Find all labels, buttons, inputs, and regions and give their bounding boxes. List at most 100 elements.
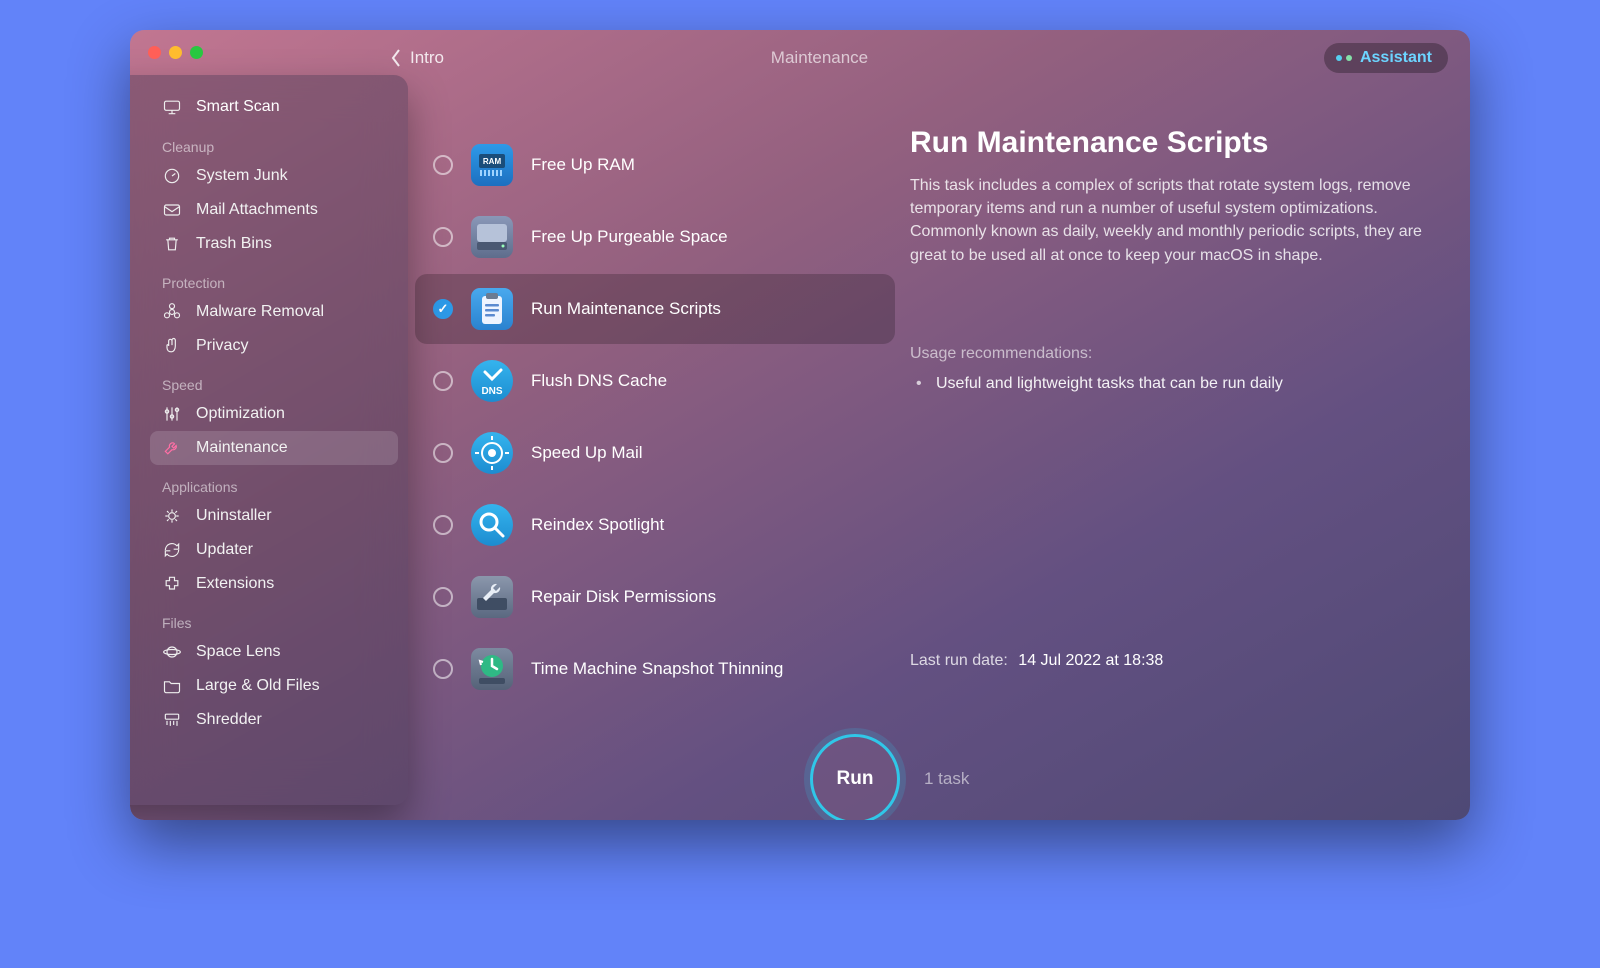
task-time-machine-thinning[interactable]: Time Machine Snapshot Thinning	[415, 634, 895, 704]
sidebar-item-label: Space Lens	[196, 643, 281, 661]
task-label: Reindex Spotlight	[531, 515, 664, 535]
ram-icon: RAM	[471, 144, 513, 186]
sidebar-section-cleanup: Cleanup	[150, 125, 398, 159]
breadcrumb: Maintenance	[771, 48, 868, 68]
task-checkbox[interactable]	[433, 299, 453, 319]
task-run-maintenance-scripts[interactable]: Run Maintenance Scripts	[415, 274, 895, 344]
trash-icon	[162, 234, 182, 254]
task-checkbox[interactable]	[433, 587, 453, 607]
task-checkbox[interactable]	[433, 659, 453, 679]
detail-title: Run Maintenance Scripts	[910, 126, 1432, 160]
svg-text:DNS: DNS	[481, 386, 502, 397]
task-checkbox[interactable]	[433, 227, 453, 247]
sidebar-item-maintenance[interactable]: Maintenance	[150, 431, 398, 465]
task-label: Time Machine Snapshot Thinning	[531, 659, 783, 679]
last-run-value: 14 Jul 2022 at 18:38	[1018, 652, 1163, 669]
task-checkbox[interactable]	[433, 443, 453, 463]
close-window-button[interactable]	[148, 46, 161, 59]
sidebar-item-label: Uninstaller	[196, 507, 272, 525]
run-button[interactable]: Run	[810, 734, 900, 820]
sidebar-item-privacy[interactable]: Privacy	[150, 329, 398, 363]
usage-list: Useful and lightweight tasks that can be…	[910, 375, 1432, 393]
sidebar-item-trash-bins[interactable]: Trash Bins	[150, 227, 398, 261]
sidebar-item-label: Trash Bins	[196, 235, 272, 253]
sidebar-section-speed: Speed	[150, 363, 398, 397]
task-label: Repair Disk Permissions	[531, 587, 716, 607]
sidebar-item-label: Mail Attachments	[196, 201, 318, 219]
chevron-left-icon	[390, 48, 402, 68]
puzzle-icon	[162, 574, 182, 594]
sidebar: Smart Scan Cleanup System Junk Mail Atta…	[130, 75, 408, 805]
sidebar-item-optimization[interactable]: Optimization	[150, 397, 398, 431]
refresh-icon	[162, 540, 182, 560]
folder-icon	[162, 676, 182, 696]
task-label: Speed Up Mail	[531, 443, 643, 463]
sidebar-item-large-old-files[interactable]: Large & Old Files	[150, 669, 398, 703]
last-run-label: Last run date:	[910, 652, 1008, 669]
last-run: Last run date: 14 Jul 2022 at 18:38	[910, 652, 1163, 670]
time-machine-icon	[471, 648, 513, 690]
assistant-dots-icon	[1336, 55, 1352, 61]
maximize-window-button[interactable]	[190, 46, 203, 59]
detail-panel: Run Maintenance Scripts This task includ…	[910, 126, 1432, 393]
task-list: RAM Free Up RAM Free Up Purgeable Space …	[415, 130, 895, 704]
back-button[interactable]: Intro	[390, 48, 444, 68]
sidebar-item-smart-scan[interactable]: Smart Scan	[150, 89, 398, 125]
task-label: Free Up RAM	[531, 155, 635, 175]
sidebar-item-label: Shredder	[196, 711, 262, 729]
sidebar-item-label: Privacy	[196, 337, 248, 355]
task-checkbox[interactable]	[433, 371, 453, 391]
sliders-icon	[162, 404, 182, 424]
svg-text:RAM: RAM	[483, 157, 502, 166]
task-label: Run Maintenance Scripts	[531, 299, 721, 319]
sidebar-section-protection: Protection	[150, 261, 398, 295]
task-checkbox[interactable]	[433, 155, 453, 175]
sidebar-item-mail-attachments[interactable]: Mail Attachments	[150, 193, 398, 227]
task-flush-dns[interactable]: DNS Flush DNS Cache	[415, 346, 895, 416]
usage-item: Useful and lightweight tasks that can be…	[910, 375, 1432, 393]
biohazard-icon	[162, 302, 182, 322]
uninstall-icon	[162, 506, 182, 526]
back-label: Intro	[410, 48, 444, 68]
sidebar-item-space-lens[interactable]: Space Lens	[150, 635, 398, 669]
disk-icon	[471, 216, 513, 258]
task-free-ram[interactable]: RAM Free Up RAM	[415, 130, 895, 200]
clipboard-icon	[471, 288, 513, 330]
task-speed-up-mail[interactable]: Speed Up Mail	[415, 418, 895, 488]
app-window: Intro Maintenance Assistant Smart Scan C…	[130, 30, 1470, 820]
task-reindex-spotlight[interactable]: Reindex Spotlight	[415, 490, 895, 560]
planet-icon	[162, 642, 182, 662]
sidebar-section-files: Files	[150, 601, 398, 635]
sidebar-item-label: Large & Old Files	[196, 677, 320, 695]
dns-icon: DNS	[471, 360, 513, 402]
sidebar-item-shredder[interactable]: Shredder	[150, 703, 398, 737]
sidebar-item-label: System Junk	[196, 167, 288, 185]
task-repair-disk-permissions[interactable]: Repair Disk Permissions	[415, 562, 895, 632]
task-label: Flush DNS Cache	[531, 371, 667, 391]
sidebar-item-label: Updater	[196, 541, 253, 559]
task-free-purgeable[interactable]: Free Up Purgeable Space	[415, 202, 895, 272]
sidebar-item-uninstaller[interactable]: Uninstaller	[150, 499, 398, 533]
assistant-button[interactable]: Assistant	[1324, 43, 1448, 73]
sidebar-item-label: Malware Removal	[196, 303, 324, 321]
sidebar-item-updater[interactable]: Updater	[150, 533, 398, 567]
window-controls	[148, 46, 203, 59]
wrench-disk-icon	[471, 576, 513, 618]
stamp-icon	[471, 432, 513, 474]
usage-heading: Usage recommendations:	[910, 345, 1432, 363]
task-label: Free Up Purgeable Space	[531, 227, 728, 247]
run-task-count: 1 task	[924, 769, 969, 789]
task-checkbox[interactable]	[433, 515, 453, 535]
sidebar-item-label: Smart Scan	[196, 98, 280, 116]
wrench-icon	[162, 438, 182, 458]
sidebar-item-label: Maintenance	[196, 439, 288, 457]
monitor-icon	[162, 97, 182, 117]
sidebar-item-extensions[interactable]: Extensions	[150, 567, 398, 601]
sidebar-item-malware-removal[interactable]: Malware Removal	[150, 295, 398, 329]
sidebar-item-system-junk[interactable]: System Junk	[150, 159, 398, 193]
assistant-label: Assistant	[1360, 49, 1432, 67]
minimize-window-button[interactable]	[169, 46, 182, 59]
run-button-label: Run	[837, 768, 874, 790]
mail-icon	[162, 200, 182, 220]
shredder-icon	[162, 710, 182, 730]
